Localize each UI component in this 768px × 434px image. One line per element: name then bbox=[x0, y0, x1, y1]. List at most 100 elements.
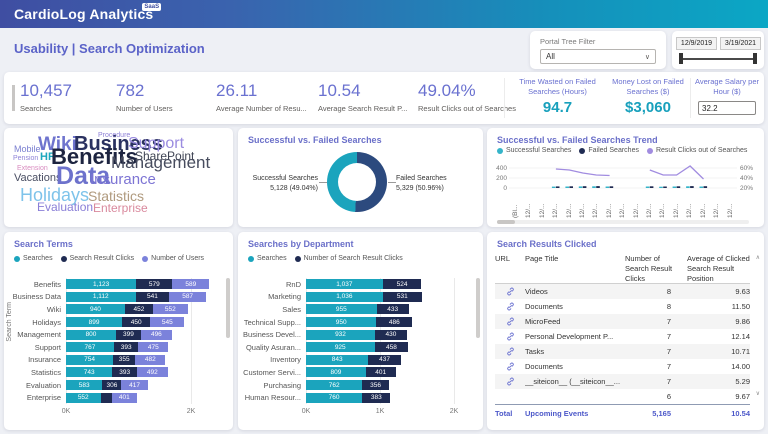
trend-bar[interactable] bbox=[583, 186, 587, 188]
portal-tree-dropdown[interactable]: All ∨ bbox=[540, 49, 656, 64]
word-cloud-word[interactable]: Mobile bbox=[14, 145, 41, 154]
bar-segment[interactable]: 762 bbox=[306, 380, 362, 390]
table-row[interactable]: 69.67 bbox=[495, 389, 750, 404]
trend-bar[interactable] bbox=[686, 186, 690, 188]
word-cloud-word[interactable]: Evaluation bbox=[37, 201, 93, 213]
bar-segment[interactable]: 452 bbox=[125, 304, 153, 314]
bar-segment[interactable]: 583 bbox=[66, 380, 102, 390]
date-slider-track[interactable] bbox=[681, 58, 756, 60]
bar-segment[interactable]: 475 bbox=[138, 342, 168, 352]
bar-segment[interactable]: 552 bbox=[153, 304, 188, 314]
word-cloud-word[interactable]: Extension bbox=[17, 165, 48, 172]
bar-segment[interactable]: 1,123 bbox=[66, 279, 136, 289]
bar-segment[interactable]: 393 bbox=[112, 367, 137, 377]
bar-segment[interactable]: 355 bbox=[113, 355, 135, 365]
legend-item[interactable]: Searches bbox=[14, 255, 53, 262]
bar-segment[interactable]: 393 bbox=[114, 342, 139, 352]
bar-segment[interactable]: 932 bbox=[306, 330, 375, 340]
bar-segment[interactable]: 437 bbox=[368, 355, 400, 365]
bar-segment[interactable]: 433 bbox=[377, 304, 409, 314]
bar-segment[interactable]: 430 bbox=[375, 330, 407, 340]
trend-bar[interactable] bbox=[610, 186, 614, 188]
bar-segment[interactable]: 899 bbox=[66, 317, 122, 327]
bar-segment[interactable]: 940 bbox=[66, 304, 125, 314]
trend-bar[interactable] bbox=[673, 187, 677, 189]
date-slider-handle-start[interactable] bbox=[679, 53, 683, 64]
bar-segment[interactable]: 843 bbox=[306, 355, 368, 365]
bar-segment[interactable]: 767 bbox=[66, 342, 114, 352]
table-row[interactable]: __siteicon__ (__siteicon__...75.29 bbox=[495, 374, 750, 389]
bar-segment[interactable]: 589 bbox=[172, 279, 209, 289]
legend-item[interactable]: Successful Searches bbox=[497, 147, 571, 154]
word-cloud-word[interactable]: Vacations bbox=[14, 173, 62, 184]
total-page-title[interactable]: Upcoming Events bbox=[525, 409, 625, 418]
trend-bar[interactable] bbox=[606, 187, 610, 189]
legend-item[interactable]: Failed Searches bbox=[579, 147, 639, 154]
average-salary-input[interactable] bbox=[698, 101, 756, 115]
table-row[interactable]: Tasks710.71 bbox=[495, 344, 750, 359]
bar-segment[interactable]: 545 bbox=[150, 317, 184, 327]
bar-segment[interactable]: 743 bbox=[66, 367, 112, 377]
trend-bar[interactable] bbox=[592, 186, 596, 188]
column-header-avg-position[interactable]: Average of Clicked Search Result Positio… bbox=[687, 254, 753, 283]
trend-bar[interactable] bbox=[596, 186, 600, 188]
bar-segment[interactable]: 383 bbox=[362, 393, 390, 403]
legend-item[interactable]: Result Clicks out of Searches bbox=[647, 147, 747, 154]
trend-bar[interactable] bbox=[700, 187, 704, 189]
bar-segment[interactable]: 1,037 bbox=[306, 279, 383, 289]
link-icon[interactable] bbox=[506, 317, 515, 326]
link-icon[interactable] bbox=[506, 302, 515, 311]
trend-bar[interactable] bbox=[690, 186, 694, 188]
bar-segment[interactable]: 401 bbox=[366, 367, 396, 377]
bar-segment[interactable]: 579 bbox=[136, 279, 172, 289]
bar-segment[interactable]: 925 bbox=[306, 342, 375, 352]
table-row[interactable]: MicroFeed79.86 bbox=[495, 314, 750, 329]
bar-segment[interactable]: 587 bbox=[169, 292, 206, 302]
bar-segment[interactable]: 754 bbox=[66, 355, 113, 365]
bar-segment[interactable]: 552 bbox=[66, 393, 101, 403]
legend-item[interactable]: Searches bbox=[248, 255, 287, 262]
donut-chart[interactable] bbox=[327, 152, 387, 212]
trend-scrollbar[interactable] bbox=[497, 220, 749, 224]
trend-bar[interactable] bbox=[552, 187, 556, 188]
legend-item[interactable]: Number of Search Result Clicks bbox=[295, 255, 403, 262]
link-icon[interactable] bbox=[506, 332, 515, 341]
trend-bar[interactable] bbox=[646, 187, 650, 189]
legend-item[interactable]: Number of Users bbox=[142, 255, 204, 262]
trend-line[interactable] bbox=[556, 169, 610, 176]
bar-segment[interactable]: 1,036 bbox=[306, 292, 383, 302]
word-cloud-word[interactable]: Insurance bbox=[90, 172, 156, 187]
vertical-scrollbar[interactable] bbox=[226, 278, 230, 338]
word-cloud-word[interactable]: Management bbox=[111, 154, 210, 171]
date-end-input[interactable]: 3/19/2021 bbox=[720, 37, 761, 50]
scroll-up-icon[interactable]: ∧ bbox=[756, 254, 760, 261]
bar-segment[interactable]: 399 bbox=[116, 330, 141, 340]
scroll-down-icon[interactable]: ∨ bbox=[756, 390, 760, 397]
bar-segment[interactable]: 1,112 bbox=[66, 292, 136, 302]
link-icon[interactable] bbox=[506, 347, 515, 356]
column-header-page-title[interactable]: Page Title bbox=[525, 254, 621, 264]
trend-bar[interactable] bbox=[663, 187, 667, 189]
bar-segment[interactable]: 524 bbox=[383, 279, 422, 289]
bar-segment[interactable]: 482 bbox=[135, 355, 165, 365]
date-start-input[interactable]: 12/9/2019 bbox=[676, 37, 717, 50]
word-cloud-word[interactable]: Enterprise bbox=[93, 202, 148, 214]
bar-segment[interactable]: 486 bbox=[376, 317, 412, 327]
word-cloud-word[interactable]: Pension bbox=[13, 155, 38, 162]
bar-segment[interactable]: 417 bbox=[121, 380, 147, 390]
trend-bar[interactable] bbox=[569, 186, 573, 188]
column-header-url[interactable]: URL bbox=[495, 254, 525, 264]
bar-segment[interactable]: 492 bbox=[137, 367, 168, 377]
link-icon[interactable] bbox=[506, 362, 515, 371]
word-cloud-word[interactable]: Procedure bbox=[98, 132, 130, 139]
vertical-scrollbar[interactable] bbox=[476, 278, 480, 338]
bar-segment[interactable]: 955 bbox=[306, 304, 377, 314]
link-icon[interactable] bbox=[506, 287, 515, 296]
bar-segment[interactable]: 496 bbox=[141, 330, 172, 340]
bar-segment[interactable]: 800 bbox=[66, 330, 116, 340]
trend-bar[interactable] bbox=[704, 186, 708, 188]
bar-segment[interactable]: 531 bbox=[383, 292, 422, 302]
bar-segment[interactable]: 450 bbox=[122, 317, 150, 327]
bar-segment[interactable]: 458 bbox=[375, 342, 409, 352]
trend-bar[interactable] bbox=[579, 186, 583, 188]
